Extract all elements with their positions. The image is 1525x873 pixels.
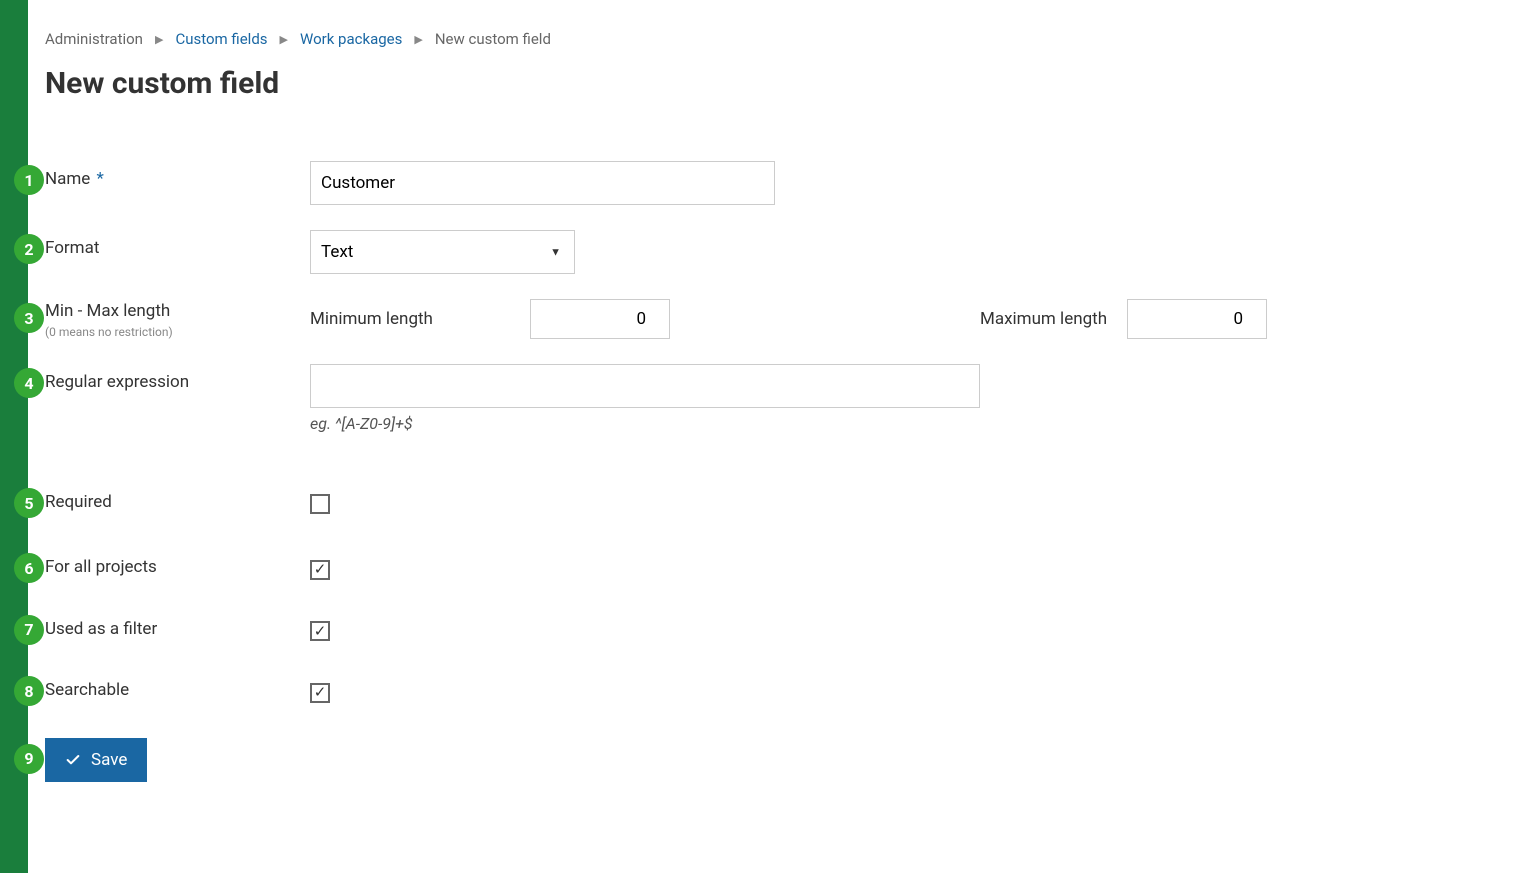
required-indicator: * — [97, 169, 104, 189]
step-badge-2: 2 — [14, 234, 44, 264]
step-badge-7: 7 — [14, 615, 44, 645]
chevron-right-icon: ▶ — [280, 33, 288, 46]
step-badge-1: 1 — [14, 165, 44, 195]
page-title: New custom field — [45, 66, 1485, 101]
regex-label: Regular expression — [45, 364, 310, 392]
breadcrumb-administration: Administration — [45, 30, 143, 48]
check-icon — [65, 752, 81, 768]
breadcrumb-work-packages[interactable]: Work packages — [300, 30, 402, 48]
name-label: Name * — [45, 161, 310, 189]
max-length-label: Maximum length — [980, 309, 1107, 329]
step-badge-8: 8 — [14, 676, 44, 706]
searchable-checkbox[interactable] — [310, 683, 330, 703]
used-as-filter-label: Used as a filter — [45, 615, 310, 639]
regex-hint: eg. ^[A-Z0-9]+$ — [310, 414, 1485, 433]
breadcrumb-custom-fields[interactable]: Custom fields — [175, 30, 267, 48]
max-length-input[interactable] — [1127, 299, 1267, 339]
step-badge-5: 5 — [14, 488, 44, 518]
breadcrumb: Administration ▶ Custom fields ▶ Work pa… — [45, 30, 1485, 48]
for-all-projects-checkbox[interactable] — [310, 560, 330, 580]
min-length-input[interactable] — [530, 299, 670, 339]
sidebar-accent-bar — [0, 0, 28, 873]
breadcrumb-current: New custom field — [435, 30, 551, 48]
min-max-label: Min - Max length (0 means no restriction… — [45, 299, 310, 339]
name-input[interactable] — [310, 161, 775, 205]
regex-input[interactable] — [310, 364, 980, 408]
for-all-projects-label: For all projects — [45, 553, 310, 577]
min-length-label: Minimum length — [310, 309, 510, 329]
step-badge-9: 9 — [14, 744, 44, 774]
required-checkbox[interactable] — [310, 494, 330, 514]
format-label: Format — [45, 230, 310, 258]
used-as-filter-checkbox[interactable] — [310, 621, 330, 641]
step-badge-3: 3 — [14, 303, 44, 333]
save-button[interactable]: Save — [45, 738, 147, 782]
searchable-label: Searchable — [45, 676, 310, 700]
step-badge-4: 4 — [14, 368, 44, 398]
format-select[interactable]: Text — [310, 230, 575, 274]
chevron-right-icon: ▶ — [414, 33, 422, 46]
step-badge-6: 6 — [14, 553, 44, 583]
required-label: Required — [45, 488, 310, 512]
min-max-hint: (0 means no restriction) — [45, 325, 310, 339]
save-button-label: Save — [91, 750, 127, 770]
chevron-right-icon: ▶ — [155, 33, 163, 46]
